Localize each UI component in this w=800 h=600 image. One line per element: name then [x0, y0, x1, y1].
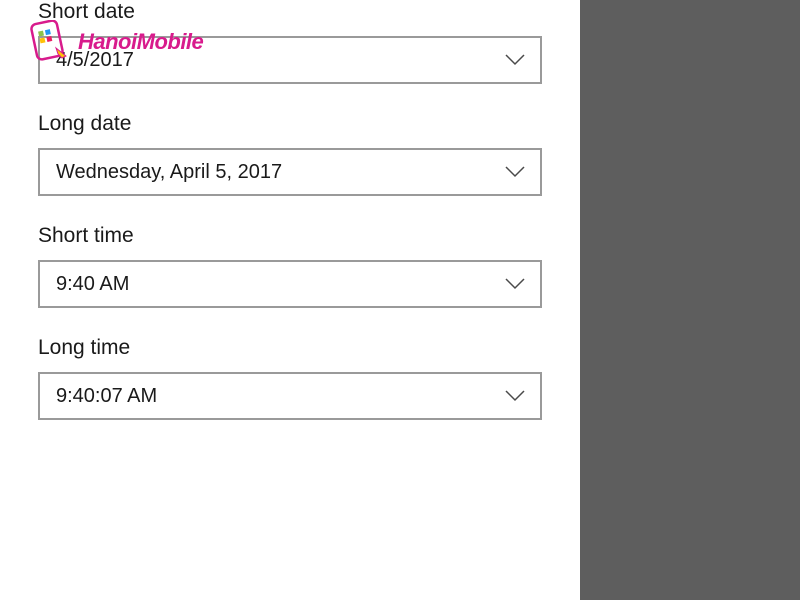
- long-date-value: Wednesday, April 5, 2017: [56, 161, 282, 184]
- long-time-dropdown[interactable]: 9:40:07 AM: [38, 372, 542, 420]
- long-date-dropdown[interactable]: Wednesday, April 5, 2017: [38, 148, 542, 196]
- chevron-down-icon: [504, 385, 526, 407]
- short-date-label: Short date: [38, 0, 542, 24]
- chevron-down-icon: [504, 273, 526, 295]
- short-date-dropdown[interactable]: 4/5/2017: [38, 36, 542, 84]
- short-date-value: 4/5/2017: [56, 49, 134, 72]
- short-time-label: Short time: [38, 224, 542, 248]
- short-time-dropdown[interactable]: 9:40 AM: [38, 260, 542, 308]
- chevron-down-icon: [504, 49, 526, 71]
- settings-panel: HanoiMobile Short date 4/5/2017 Long dat…: [0, 0, 580, 600]
- long-time-label: Long time: [38, 336, 542, 360]
- long-time-value: 9:40:07 AM: [56, 385, 157, 408]
- chevron-down-icon: [504, 161, 526, 183]
- short-time-value: 9:40 AM: [56, 273, 129, 296]
- short-date-group: Short date 4/5/2017: [38, 0, 542, 84]
- long-date-label: Long date: [38, 112, 542, 136]
- short-time-group: Short time 9:40 AM: [38, 224, 542, 308]
- long-time-group: Long time 9:40:07 AM: [38, 336, 542, 420]
- long-date-group: Long date Wednesday, April 5, 2017: [38, 112, 542, 196]
